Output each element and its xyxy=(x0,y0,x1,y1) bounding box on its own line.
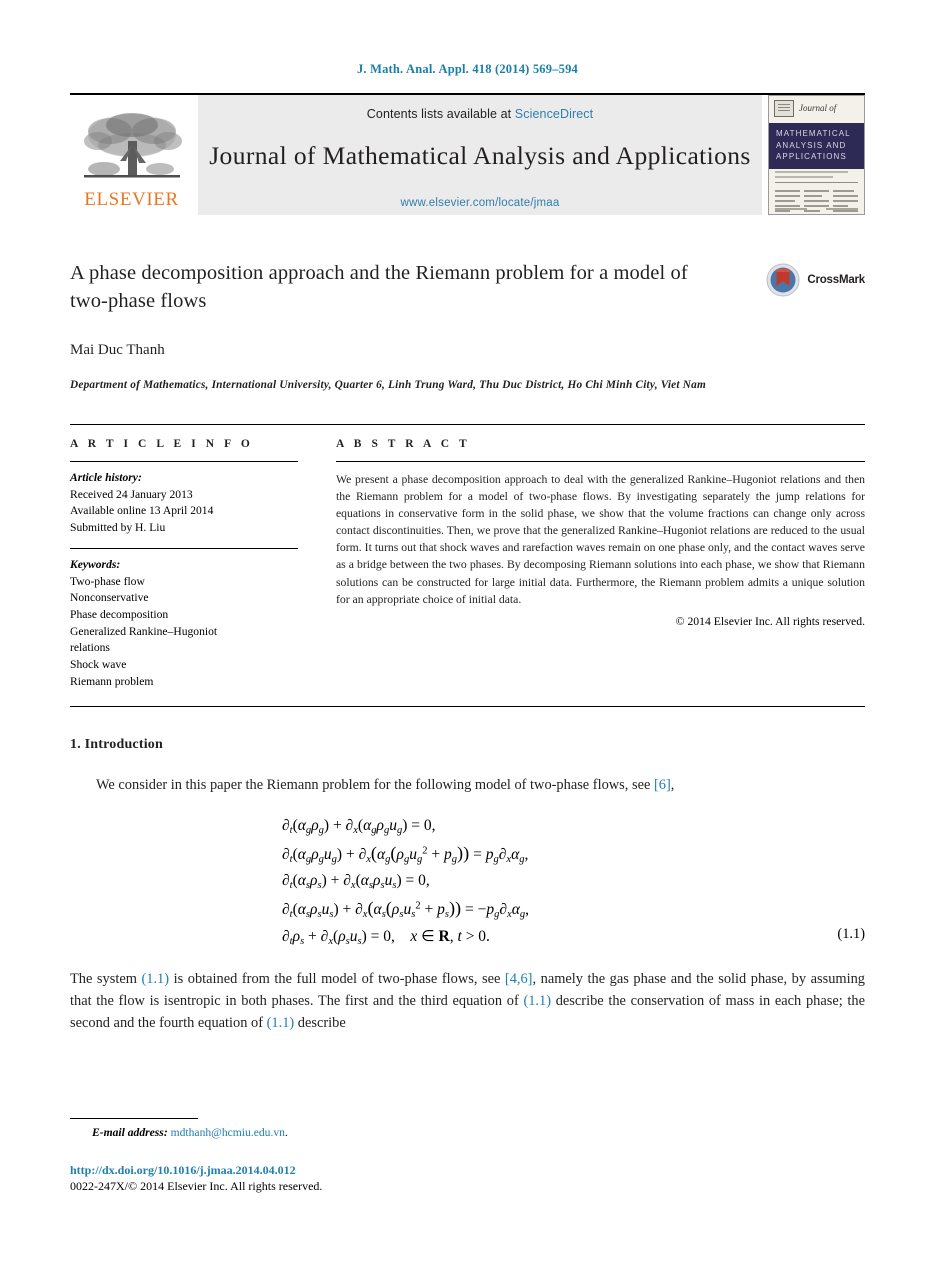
cover-band-line-1: MATHEMATICAL xyxy=(776,129,851,138)
page-footer: E-mail address: mdthanh@hcmiu.edu.vn. ht… xyxy=(70,1118,865,1194)
cover-journal-of-label: Journal of xyxy=(799,103,837,113)
crossmark-icon xyxy=(766,263,800,297)
abstract-column: A B S T R A C T We present a phase decom… xyxy=(336,438,865,690)
abstract-copyright: © 2014 Elsevier Inc. All rights reserved… xyxy=(675,614,865,628)
keyword-item: Two-phase flow xyxy=(70,574,145,588)
journal-url-link[interactable]: www.elsevier.com/locate/jmaa xyxy=(401,197,560,209)
article-info-heading: A R T I C L E I N F O xyxy=(70,438,254,451)
article-body: 1. Introduction We consider in this pape… xyxy=(70,737,865,1034)
page-title: A phase decomposition approach and the R… xyxy=(70,262,688,313)
keywords-label: Keywords: xyxy=(70,557,121,571)
equation-block-1-1: ∂t(αgρg) + ∂x(αgρgug) = 0, ∂t(αgρgug) + … xyxy=(70,817,865,947)
keyword-item: Riemann problem xyxy=(70,674,154,688)
cover-title-band: MATHEMATICAL ANALYSIS AND APPLICATIONS xyxy=(769,123,864,169)
masthead-center: Contents lists available at ScienceDirec… xyxy=(198,95,762,215)
keywords-rule xyxy=(70,547,298,549)
equation-line: ∂t(αgρg) + ∂x(αgρgug) = 0, xyxy=(70,817,865,836)
citation-ref-6[interactable]: [6] xyxy=(654,777,671,793)
cover-band-line-2: ANALYSIS AND xyxy=(776,140,847,150)
equation-5: ∂tρs + ∂x(ρsus) = 0, x ∈ R, t > 0. xyxy=(282,927,490,947)
eqref-1-1[interactable]: (1.1) xyxy=(141,971,169,987)
cover-index-columns xyxy=(769,187,864,214)
email-address-link[interactable]: mdthanh@hcmiu.edu.vn xyxy=(171,1126,285,1139)
author-affiliation: Department of Mathematics, International… xyxy=(70,378,706,391)
equation-1: ∂t(αgρg) + ∂x(αgρgug) = 0, xyxy=(282,817,436,837)
equation-3: ∂t(αsρs) + ∂x(αsρsus) = 0, xyxy=(282,872,430,892)
history-item: Available online 13 April 2014 xyxy=(70,504,214,518)
equation-number: (1.1) xyxy=(837,925,865,942)
keyword-item: relations xyxy=(70,641,110,655)
cover-top: Journal of xyxy=(769,96,864,123)
citation-ref-4-6[interactable]: [4,6] xyxy=(505,971,533,987)
elsevier-wordmark: ELSEVIER xyxy=(84,189,179,210)
article-info-column: A R T I C L E I N F O Article history: R… xyxy=(70,438,298,690)
history-item: Submitted by H. Liu xyxy=(70,521,166,535)
article-info-rule xyxy=(70,461,298,463)
journal-cover-thumbnail: Journal of MATHEMATICAL ANALYSIS AND APP… xyxy=(768,95,865,215)
author-name: Mai Duc Thanh xyxy=(70,341,165,358)
keywords-group: Keywords: Two-phase flow Nonconservative… xyxy=(70,557,298,691)
intro-p1-text-b: , xyxy=(670,777,675,794)
equation-line: ∂t(αsρsus) + ∂x(αs(ρsus2 + ps)) = −pg∂xα… xyxy=(70,898,865,920)
sciencedirect-link[interactable]: ScienceDirect xyxy=(515,107,593,121)
info-abstract-region: A R T I C L E I N F O Article history: R… xyxy=(70,424,865,690)
equation-line: ∂t(αgρgug) + ∂x(αg(ρgug2 + pg)) = pg∂xαg… xyxy=(70,843,865,865)
elsevier-logo: ELSEVIER xyxy=(70,95,193,215)
p2-t5: describe xyxy=(294,1014,346,1031)
email-label: E-mail address: xyxy=(92,1126,168,1139)
p2-t1: The system xyxy=(70,970,142,987)
cover-publisher-mark-icon xyxy=(774,100,794,117)
abstract-heading: A B S T R A C T xyxy=(336,438,471,451)
crossmark-badge[interactable]: CrossMark xyxy=(766,263,865,297)
abstract-rule xyxy=(336,461,865,463)
article-history-group: Article history: Received 24 January 201… xyxy=(70,470,298,537)
running-head: J. Math. Anal. Appl. 418 (2014) 569–594 xyxy=(356,62,578,76)
issn-copyright-line: 0022-247X/© 2014 Elsevier Inc. All right… xyxy=(70,1179,323,1193)
title-block: A phase decomposition approach and the R… xyxy=(70,259,865,394)
keyword-item: Phase decomposition xyxy=(70,607,169,621)
intro-paragraph-2: The system (1.1) is obtained from the fu… xyxy=(70,969,865,1035)
section-heading-introduction: 1. Introduction xyxy=(70,737,163,753)
footnote-rule xyxy=(70,1118,198,1119)
email-footnote: E-mail address: mdthanh@hcmiu.edu.vn. xyxy=(92,1126,865,1139)
journal-title: Journal of Mathematical Analysis and App… xyxy=(209,141,751,170)
elsevier-tree-icon xyxy=(83,113,182,178)
crossmark-label: CrossMark xyxy=(807,274,865,286)
history-item: Received 24 January 2013 xyxy=(70,487,193,501)
keyword-item: Generalized Rankine–Hugoniot xyxy=(70,624,218,638)
p2-t2: is obtained from the full model of two-p… xyxy=(169,970,505,987)
doi-link[interactable]: http://dx.doi.org/10.1016/j.jmaa.2014.04… xyxy=(70,1163,865,1178)
eqref-1-1[interactable]: (1.1) xyxy=(523,993,551,1009)
article-history-label: Article history: xyxy=(70,471,142,485)
cover-band-line-3: APPLICATIONS xyxy=(776,152,847,162)
info-bottom-rule xyxy=(70,706,865,708)
equation-line: ∂t(αsρs) + ∂x(αsρsus) = 0, xyxy=(70,872,865,891)
article-page: J. Math. Anal. Appl. 418 (2014) 569–594 xyxy=(0,0,935,1266)
journal-masthead: ELSEVIER Contents lists available at Sci… xyxy=(70,93,865,215)
abstract-text: We present a phase decomposition approac… xyxy=(336,473,865,606)
equation-4: ∂t(αsρsus) + ∂x(αs(ρsus2 + ps)) = −pg∂xα… xyxy=(282,898,530,920)
keyword-item: Shock wave xyxy=(70,657,127,671)
eqref-1-1[interactable]: (1.1) xyxy=(267,1015,295,1031)
keyword-item: Nonconservative xyxy=(70,591,149,605)
contents-available-line: Contents lists available at ScienceDirec… xyxy=(367,107,593,121)
email-period: . xyxy=(284,1126,288,1139)
cover-text-lines xyxy=(769,169,864,178)
cover-divider xyxy=(775,181,858,183)
cover-footer-marks xyxy=(775,208,858,210)
equation-2: ∂t(αgρgug) + ∂x(αg(ρgug2 + pg)) = pg∂xαg… xyxy=(282,843,529,866)
intro-paragraph-1: We consider in this paper the Riemann pr… xyxy=(70,775,865,797)
intro-p1-text-a: We consider in this paper the Riemann pr… xyxy=(96,777,654,794)
equation-line: ∂tρs + ∂x(ρsus) = 0, x ∈ R, t > 0. xyxy=(70,927,865,947)
contents-prefix: Contents lists available at xyxy=(366,107,515,121)
